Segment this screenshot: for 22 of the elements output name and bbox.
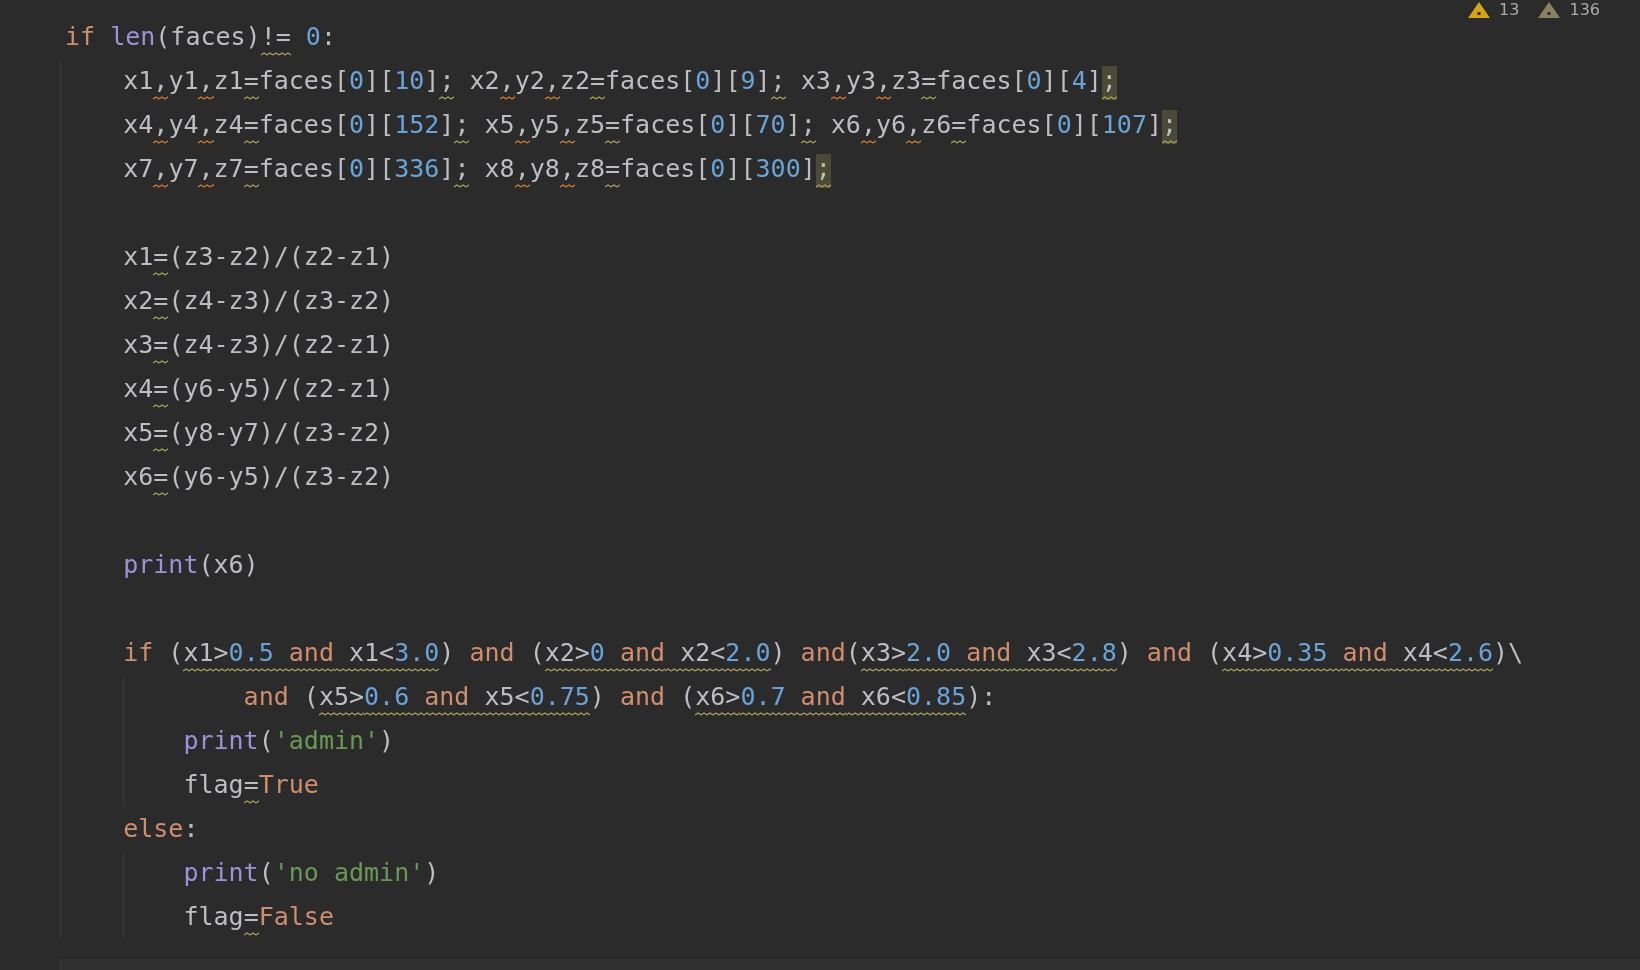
code-line: x3=(z4-z3)/(z2-z1) (63, 323, 395, 367)
code-line: print('admin') (182, 725, 395, 757)
code-line: if (x1>0.5 and x1<3.0) and (x2>0 and x2<2.0) and(x3>2.0 and x3<2.8) and (x4>0.35 and x4<2.6)\ (63, 631, 1524, 675)
code-line: x4,y4,z4=faces[0][152]; x5,y5,z5=faces[0][70]; x6,y6,z6=faces[0][107]; (63, 103, 1178, 147)
code-line: and (x5>0.6 and x5<0.75) and (x6>0.7 and x6<0.85): (63, 675, 997, 719)
code-line: x4=(y6-y5)/(z2-z1) (63, 367, 395, 411)
code-line: flag=True (63, 763, 319, 807)
code-line: print('no admin') (182, 857, 440, 889)
inspection-counter[interactable]: 136 (1537, 0, 1600, 19)
warning-count: 136 (1569, 0, 1600, 19)
code-line: x1,y1,z1=faces[0][10]; x2,y2,z2=faces[0][9]; x3,y3,z3=faces[0][4]; (63, 59, 1117, 103)
code-line: if len(faces)!= 0: (65, 15, 336, 59)
code-line: flag=False (63, 895, 334, 939)
code-line: x5=(y8-y7)/(z3-z2) (63, 411, 395, 455)
code-line: x6=(y6-y5)/(z3-z2) (63, 455, 395, 499)
code-line: print(x6) (122, 549, 259, 581)
code-line: x1=(z3-z2)/(z2-z1) (63, 235, 395, 279)
warning-count: 13 (1499, 0, 1520, 19)
code-line: x7,y7,z7=faces[0][336]; x8,y8,z8=faces[0][300]; (63, 147, 831, 191)
code-line: else: (122, 813, 199, 845)
code-line: x2=(z4-z3)/(z3-z2) (63, 279, 395, 323)
inspection-counter[interactable]: 13 (1467, 0, 1520, 19)
